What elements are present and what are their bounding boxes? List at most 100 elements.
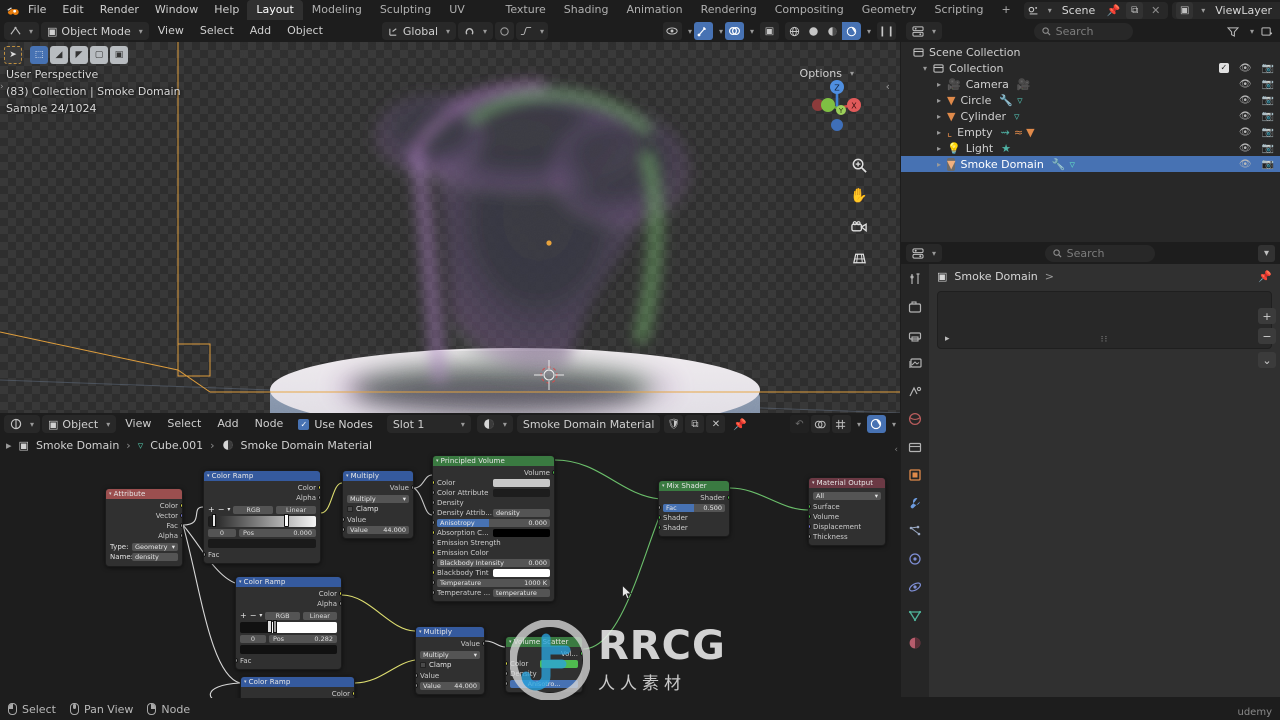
node-clamp-toggle[interactable]: Clamp [416,661,484,669]
outliner-row-cylinder[interactable]: ▸ ▼ Cylinder ▿ 👁 📷 [901,108,1280,124]
camera-render-icon[interactable]: 📷 [1262,143,1274,154]
outliner-row-camera[interactable]: ▸ 🎥 Camera 🎥 👁 📷 [901,76,1280,92]
ramp-position-row[interactable]: 0 Pos 0.000 [204,529,320,537]
perspective-toggle-icon[interactable] [848,247,870,269]
tab-scripting[interactable]: Scripting [926,0,993,20]
tab-layout[interactable]: Layout [247,0,303,20]
node-input-density-attribute[interactable]: Density Attrib... density [433,508,554,518]
xray-icon[interactable]: ▣ [759,22,779,40]
color-swatch[interactable] [493,529,550,537]
color-swatch[interactable] [540,660,578,668]
tab-texture-paint[interactable]: Texture Paint [497,0,555,36]
shader-type-selector[interactable]: ▣ Object ▾ [42,415,117,433]
node-output-color[interactable]: Color [241,689,354,698]
undo-icon[interactable]: ↶ [789,415,809,433]
eye-icon[interactable]: 👁 [1239,159,1252,170]
node-prop-type[interactable]: Type: Geometry ▾ [106,543,182,551]
outliner-row-circle[interactable]: ▸ ▼ Circle 🔧 ▿ 👁 📷 [901,92,1280,108]
socket-dot[interactable] [433,540,435,545]
material-browse-button[interactable]: ▾ [476,415,513,433]
editor-type-selector[interactable]: ▾ [4,22,40,40]
properties-tab-column[interactable] [901,264,929,697]
camera-render-icon[interactable]: 📷 [1262,159,1274,170]
node-prop-name[interactable]: Name: density [106,553,182,561]
socket-dot[interactable] [727,495,729,500]
ramp-color-mode[interactable]: RGB [265,611,300,620]
socket-dot[interactable] [433,480,435,485]
select-extend-icon[interactable]: ◢ [50,46,68,64]
eye-icon[interactable]: 👁 [1239,111,1252,122]
socket-dot[interactable] [416,673,418,678]
use-nodes-toggle[interactable]: ✓ Use Nodes [298,418,373,431]
node-output-alpha[interactable]: Alpha [204,493,320,503]
node-input-color[interactable]: Color [433,478,554,488]
node-input-temperature[interactable]: Temperature 1000 K [433,578,554,588]
node-input-value-2[interactable]: Value 44.000 [343,525,413,535]
ramp-toolbar[interactable]: + − ▾ RGB Linear [236,611,341,620]
node-sidebar-toggle-icon[interactable]: ‹ [894,445,898,455]
pause-render-icon[interactable]: ❙❙ [877,22,896,40]
socket-dot[interactable] [506,661,508,666]
scene-selector[interactable]: ▾ Scene 📌 ⧉ ✕ [1023,1,1169,19]
tab-geometry-nodes[interactable]: Geometry Nodes [853,0,926,36]
node-input-temperature-attribute[interactable]: Temperature ... temperature [433,588,554,598]
select-intersect-icon[interactable]: ▣ [110,46,128,64]
socket-dot[interactable] [580,651,582,656]
node-input-anisotropy[interactable]: Anisotropy 0.000 [433,518,554,528]
node-output-vector[interactable]: Vector [106,511,182,521]
node-input-volume[interactable]: Volume [809,512,885,522]
close-icon[interactable]: ✕ [1147,2,1164,19]
tab-compositing[interactable]: Compositing [766,0,853,20]
ramp-interpolation[interactable]: Linear [276,505,317,514]
pin-icon[interactable]: 📌 [1258,270,1272,283]
socket-dot[interactable] [236,658,238,663]
socket-dot[interactable] [416,683,418,688]
node-output-color[interactable]: Color [204,483,320,493]
duplicate-icon[interactable]: ⧉ [1126,1,1144,19]
shader-menu-node[interactable]: Node [248,415,291,433]
tab-animation[interactable]: Animation [617,0,691,20]
chevron-down-icon[interactable]: ▾ [1257,244,1275,262]
tab-shading[interactable]: Shading [555,0,618,20]
material-name-field[interactable]: Smoke Domain Material [516,415,661,433]
proportional-falloff-selector[interactable]: ▾ [516,22,549,40]
socket-dot[interactable] [339,601,341,606]
node-input-fac[interactable]: Fac [236,656,341,666]
node-operation-selector[interactable]: Multiply ▾ [416,651,484,659]
socket-dot[interactable] [506,681,508,686]
outliner-row-empty[interactable]: ▸ ⌞ Empty ⇝ ≈ ▼ 👁 📷 [901,124,1280,140]
socket-dot[interactable] [180,513,182,518]
text-field[interactable] [493,489,550,497]
tab-modeling[interactable]: Modeling [303,0,371,20]
ramp-stop-active[interactable] [267,620,272,633]
shader-menu-view[interactable]: View [118,415,158,433]
socket-dot[interactable] [343,517,345,522]
outliner-row-collection[interactable]: ▾ Collection ✓ 👁 📷 [901,60,1280,76]
camera-render-icon[interactable]: 📷 [1262,111,1274,122]
eye-icon[interactable]: 👁 [1239,127,1252,138]
tab-scene[interactable] [905,382,925,400]
rendered-shading-icon[interactable] [841,22,861,40]
checkbox-icon[interactable]: ✓ [298,418,310,430]
socket-dot[interactable] [433,560,435,565]
node-volume-scatter[interactable]: ▾ Volume Scatter Vol... Color Density Ani… [505,636,583,693]
node-input-color-attribute[interactable]: Color Attribute [433,488,554,498]
pan-hand-icon[interactable]: ✋ [848,185,870,207]
viewport-menu-object[interactable]: Object [280,22,330,40]
select-subtract-icon[interactable]: ◤ [70,46,88,64]
socket-dot[interactable] [433,500,435,505]
node-overlay-icon[interactable] [810,415,830,433]
object-mode-selector[interactable]: ▣ Object Mode ▾ [41,22,149,40]
disclosure-icon[interactable]: ▸ [933,128,945,137]
node-input-shader-2[interactable]: Shader [659,523,729,533]
node-output-color[interactable]: Color [106,501,182,511]
ramp-color-mode[interactable]: RGB [233,505,274,514]
unlink-x-icon[interactable]: ✕ [706,415,726,433]
ramp-stop[interactable] [273,620,277,633]
material-slot-selector[interactable]: Slot 1 ▾ [386,415,471,433]
ramp-position-row[interactable]: 0 Pos 0.282 [236,635,341,643]
tab-physics[interactable] [905,550,925,568]
proportional-edit-icon[interactable] [495,22,515,40]
color-swatch[interactable] [493,569,550,577]
node-input-density[interactable]: Density [433,498,554,508]
